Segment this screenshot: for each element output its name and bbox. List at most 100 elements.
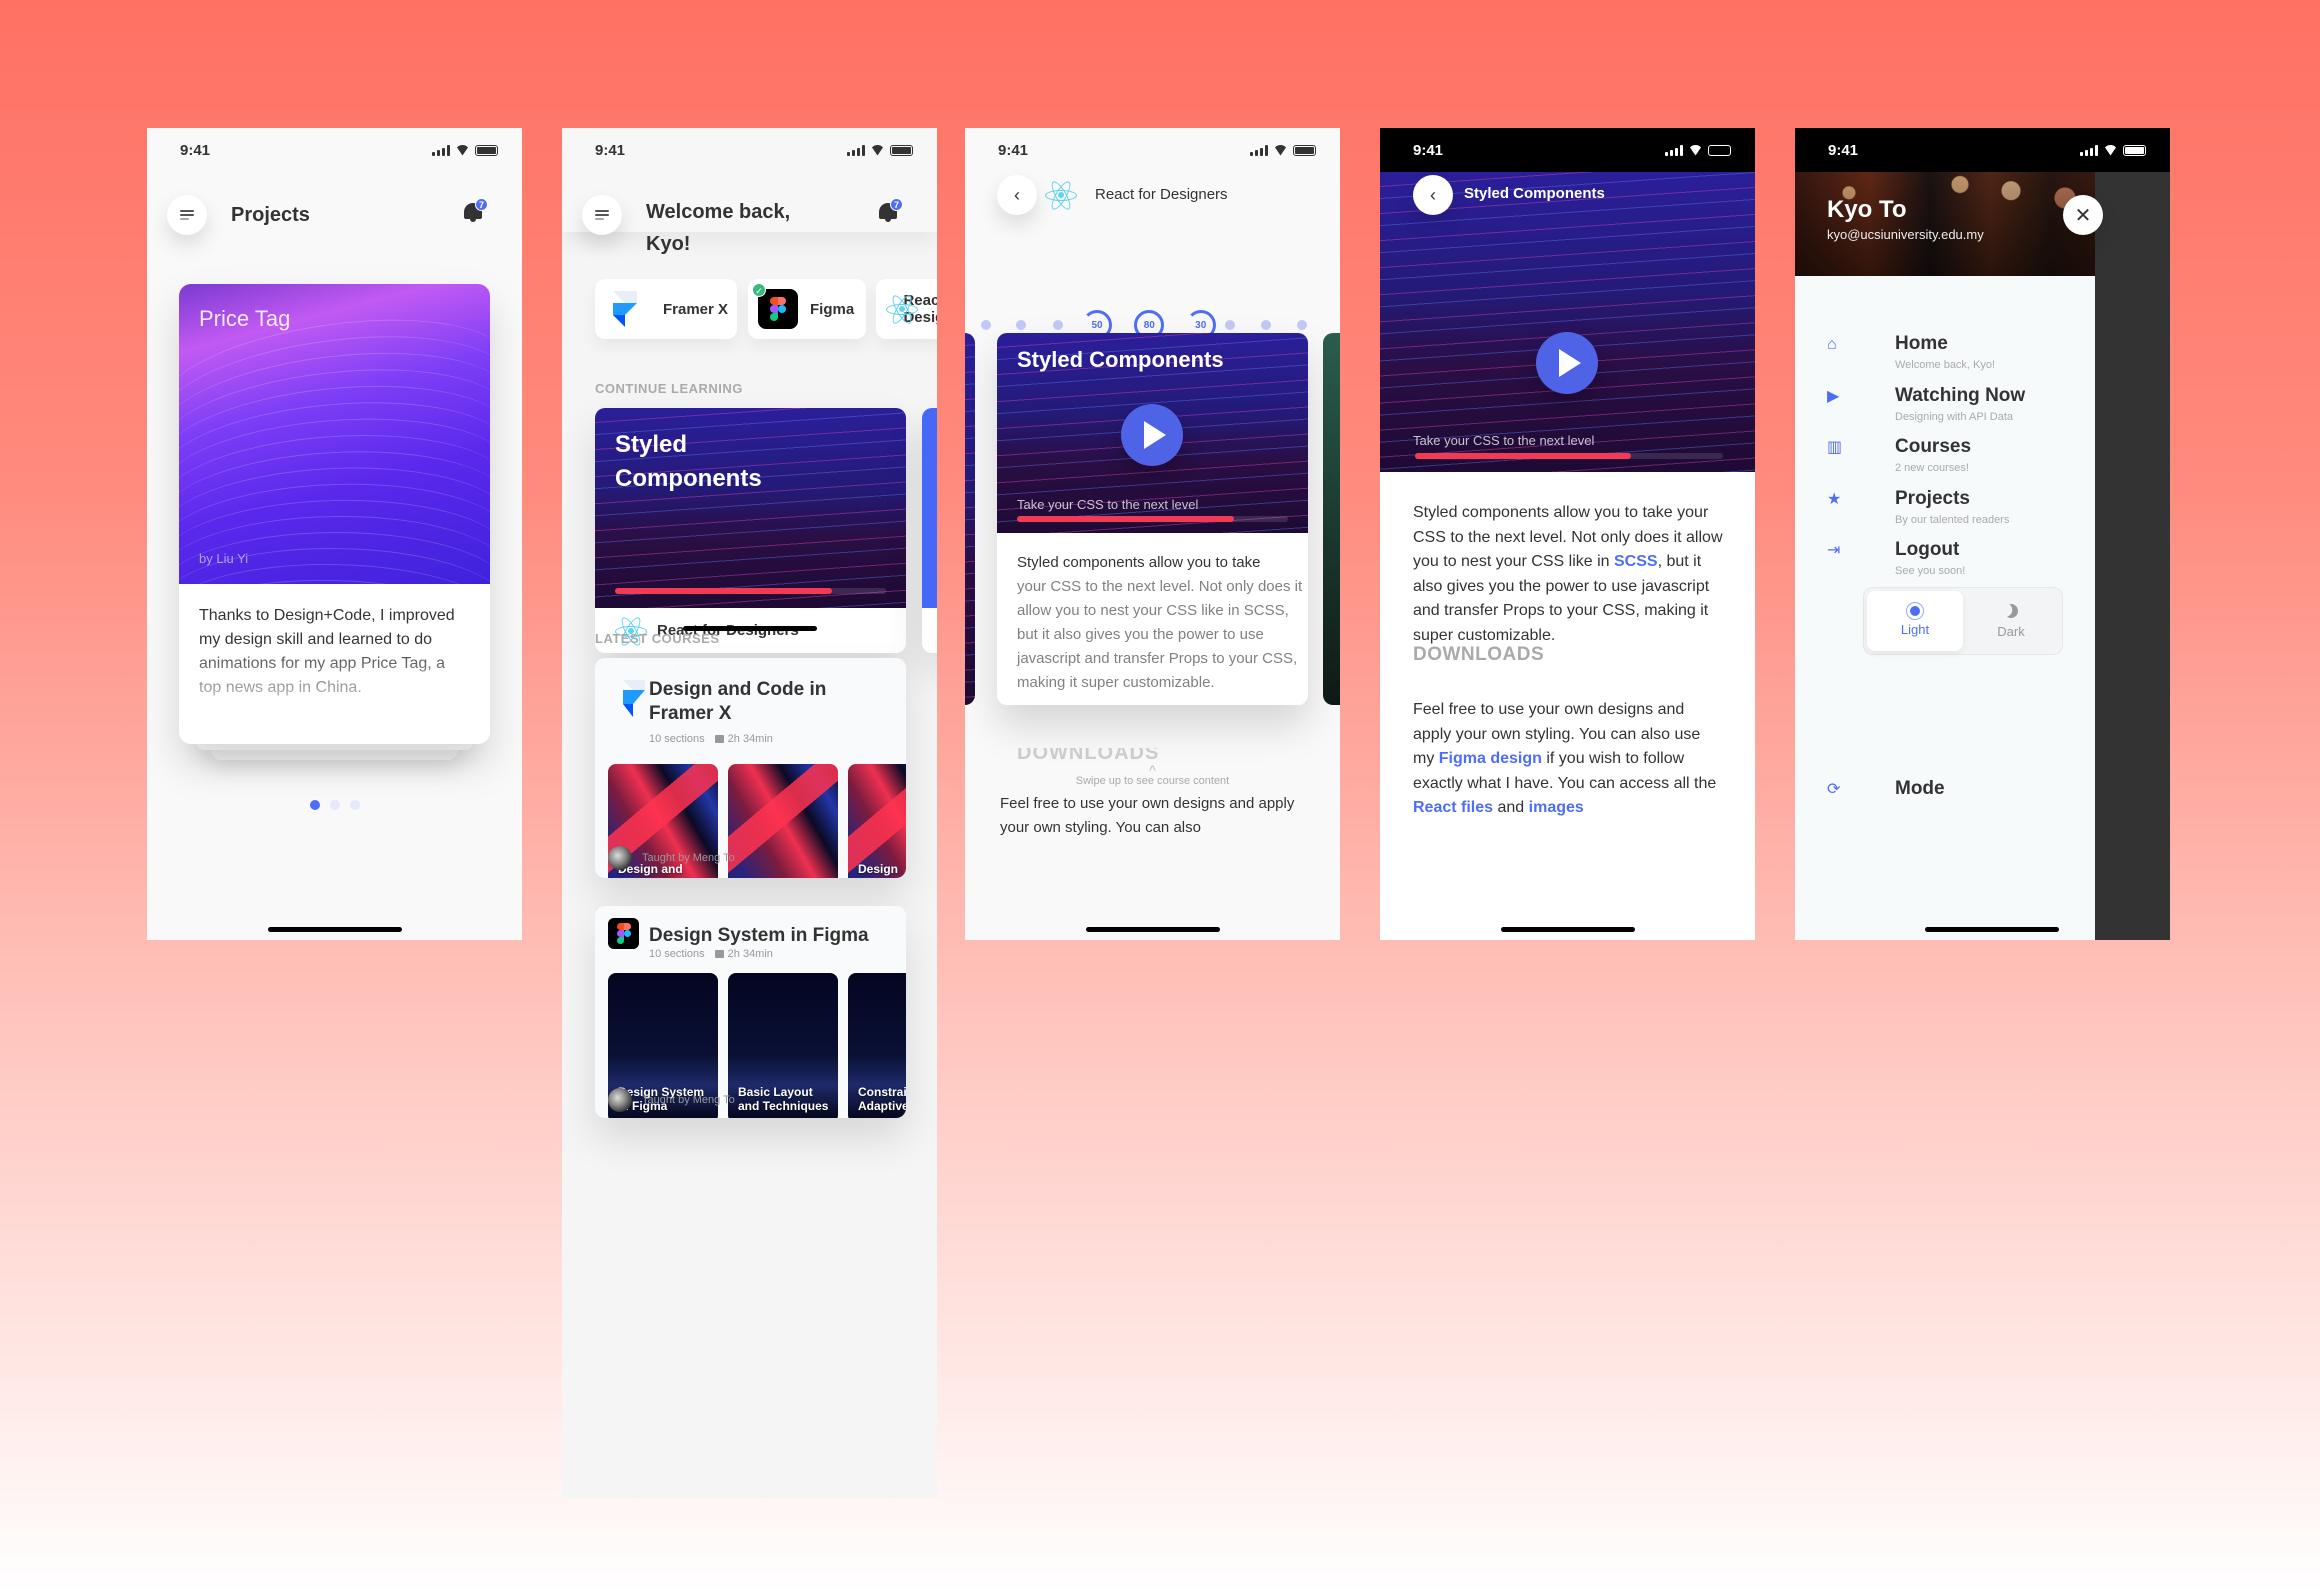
- play-button[interactable]: [1536, 332, 1598, 394]
- lesson-thumbnail[interactable]: Basic Layout and Techniques: [728, 973, 838, 1118]
- screen-home: 9:41 Welcome back, Kyo! 7 Framer X ✓ Fig…: [562, 128, 937, 1498]
- section-heading: CONTINUE LEARNING: [595, 381, 743, 396]
- menu-button[interactable]: [582, 195, 622, 235]
- mode-label: Mode: [1895, 778, 1945, 799]
- teacher-name: Taught by Meng To: [642, 852, 735, 864]
- status-bar: 9:41: [562, 128, 937, 172]
- topic-chip-figma[interactable]: ✓ Figma: [748, 279, 866, 339]
- page-dot[interactable]: [309, 800, 320, 810]
- react-files-link[interactable]: React files: [1413, 799, 1493, 816]
- logout-icon: ⇥: [1827, 542, 1841, 559]
- section-dot[interactable]: [1261, 320, 1272, 330]
- next-section-card[interactable]: [1323, 333, 1340, 705]
- mode-light-option[interactable]: Light: [1867, 591, 1963, 651]
- books-icon: ▥: [1827, 439, 1843, 456]
- moon-icon: [2002, 602, 2020, 620]
- section-dot[interactable]: [1053, 320, 1064, 330]
- scss-link[interactable]: SCSS: [1614, 553, 1658, 570]
- screen-course: 9:41 ‹ React for Designers 50 80 30 Styled…: [965, 128, 1340, 940]
- screen-section-detail: 9:41 ‹ Styled Components Take your CSS t…: [1380, 128, 1755, 940]
- signal-icon: [432, 144, 450, 156]
- continue-learning-card[interactable]: Styled Components React for Designers: [595, 408, 906, 653]
- menu-item-label: Logout: [1895, 539, 1960, 560]
- page-indicator[interactable]: [147, 800, 522, 810]
- notifications-button[interactable]: 7: [462, 198, 488, 224]
- status-bar: 9:41: [147, 128, 522, 172]
- lesson-title: Design Components and Stacks: [858, 862, 906, 878]
- topic-chip-react[interactable]: React for Designers: [876, 279, 937, 339]
- menu-item-label: Home: [1895, 333, 1948, 354]
- battery-icon: [890, 144, 913, 156]
- section-title: Styled Components: [615, 431, 762, 492]
- course-meta: 10 sections 2h 34min: [649, 948, 773, 960]
- section-title: Styled Components: [1464, 185, 1605, 202]
- section-dot[interactable]: [1297, 320, 1308, 330]
- mode-toggle[interactable]: Light Dark: [1863, 587, 2063, 655]
- menu-item-label: Courses: [1895, 436, 1972, 457]
- section-subtitle: Take your CSS to the next level: [1017, 497, 1199, 512]
- progress-bar: [1415, 453, 1723, 459]
- wifi-icon: [1273, 145, 1288, 156]
- topic-chip-label: Framer X: [663, 300, 729, 318]
- menu-item-home[interactable]: ⌂ Home Welcome back, Kyo!: [1827, 333, 2087, 383]
- latest-course-card[interactable]: Design and Code in Framer X 10 sections 2…: [595, 658, 906, 878]
- lesson-thumbnail[interactable]: Design Components and Stacks: [848, 764, 906, 878]
- lesson-thumbnail[interactable]: Design Layouts and Icons: [728, 764, 838, 878]
- home-indicator[interactable]: [682, 626, 817, 631]
- figma-design-link[interactable]: Figma design: [1439, 750, 1542, 767]
- section-card[interactable]: Styled Components Take your CSS to the n…: [997, 333, 1308, 705]
- menu-item-label: Watching Now: [1895, 384, 2026, 406]
- lesson-title: Design Layouts and Icons: [738, 876, 832, 878]
- page-dot[interactable]: [349, 800, 360, 810]
- teacher: Taught by Meng To: [608, 846, 735, 870]
- duration: 2h 34min: [727, 733, 773, 745]
- section-dot[interactable]: [1224, 320, 1235, 330]
- menu-item-subtitle: Welcome back, Kyo!: [1895, 359, 1996, 371]
- status-time: 9:41: [998, 141, 1029, 159]
- topic-chip-framer[interactable]: Framer X: [595, 279, 737, 339]
- mode-row: ⟳ Mode: [1827, 778, 2087, 828]
- home-indicator[interactable]: [1085, 927, 1220, 932]
- page-dot[interactable]: [329, 800, 340, 810]
- menu-button[interactable]: [167, 195, 207, 235]
- battery-icon: [1293, 144, 1316, 156]
- project-title: Price Tag: [199, 306, 291, 331]
- section-heading: LATEST COURSES: [595, 631, 720, 646]
- next-continue-card[interactable]: [922, 408, 937, 653]
- latest-course-card[interactable]: Design System in Figma 10 sections 2h 34m…: [595, 906, 906, 1118]
- menu-item-projects[interactable]: ★ Projects By our talented readers: [1827, 488, 2087, 538]
- home-indicator[interactable]: [1500, 927, 1635, 932]
- home-indicator[interactable]: [267, 927, 402, 932]
- lesson-title: Basic Layout and Techniques: [738, 1085, 829, 1113]
- menu-item-logout[interactable]: ⇥ Logout See you soon!: [1827, 539, 2087, 589]
- section-dot[interactable]: [980, 320, 991, 330]
- battery-icon: [475, 144, 498, 156]
- notifications-button[interactable]: 7: [877, 198, 903, 224]
- status-time: 9:41: [1413, 141, 1444, 159]
- profile-header: [1795, 172, 2095, 276]
- menu-item-courses[interactable]: ▥ Courses 2 new courses!: [1827, 436, 2087, 486]
- project-testimonial: Thanks to Design+Code, I improved my des…: [179, 584, 490, 729]
- menu-item-subtitle: Designing with API Data: [1895, 410, 2014, 423]
- react-icon: [886, 292, 918, 327]
- images-link[interactable]: images: [1529, 799, 1584, 816]
- mode-dark-option[interactable]: Dark: [1963, 591, 2059, 651]
- swipe-hint[interactable]: ^ Swipe up to see course content: [965, 763, 1340, 787]
- project-card[interactable]: Price Tag by Liu Yi Thanks to Design+Cod…: [179, 284, 490, 744]
- menu-item-watching-now[interactable]: ▶ Watching Now Designing with API Data: [1827, 385, 2087, 435]
- section-body: Styled components allow you to take your…: [1413, 504, 1723, 644]
- lesson-thumbnail[interactable]: Constraints and Adaptive Layout: [848, 973, 906, 1118]
- home-indicator[interactable]: [1925, 927, 2059, 932]
- course-card-image: Styled Components: [595, 408, 906, 608]
- prev-section-card[interactable]: [965, 333, 975, 705]
- section-body: Styled components allow you to take: [1017, 554, 1261, 571]
- duration: 2h 34min: [727, 948, 773, 960]
- section-dot[interactable]: [1016, 320, 1027, 330]
- play-button[interactable]: [1121, 404, 1183, 466]
- section-count: 10 sections: [649, 733, 705, 745]
- teacher: Taught by Meng To: [608, 1088, 735, 1112]
- back-button[interactable]: ‹: [1413, 175, 1453, 215]
- figma-icon: [608, 918, 639, 949]
- close-button[interactable]: ✕: [2063, 195, 2103, 235]
- back-button[interactable]: ‹: [997, 175, 1037, 215]
